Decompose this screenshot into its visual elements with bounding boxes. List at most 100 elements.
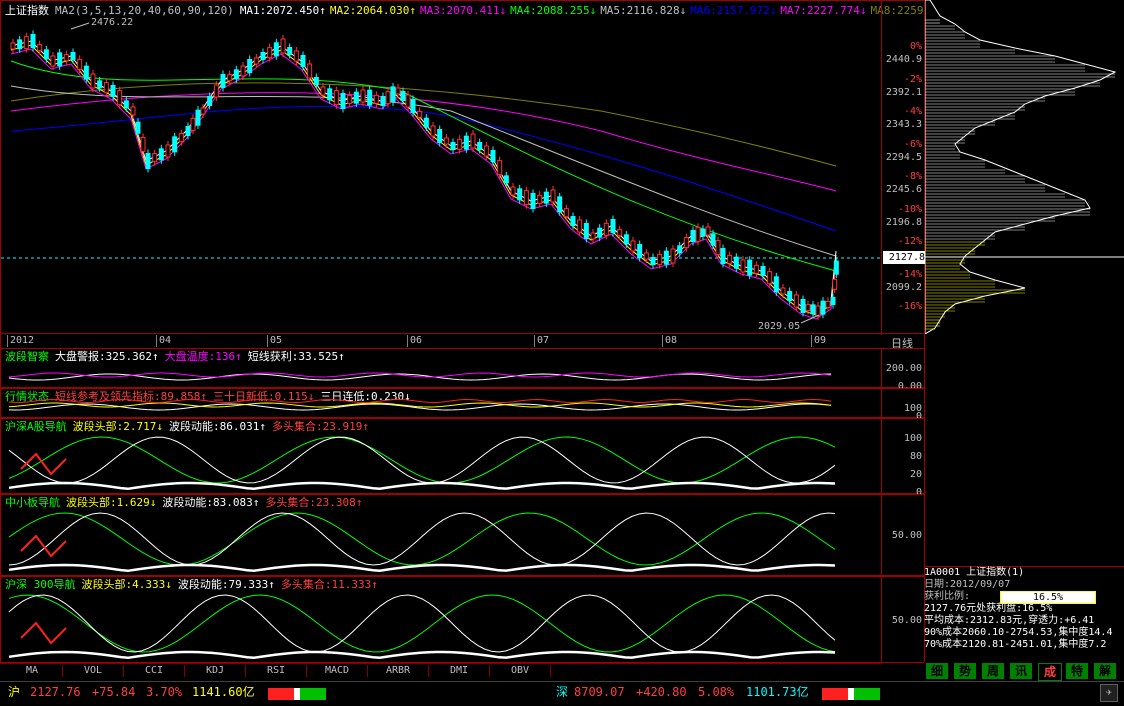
candle-body: [787, 291, 793, 301]
candle-body: [172, 136, 178, 153]
right-tab-1[interactable]: 细: [926, 663, 948, 679]
candle-body: [227, 74, 233, 82]
sh-amount: 1141.60亿: [192, 685, 255, 699]
candle-body: [380, 96, 386, 106]
candle-body: [760, 266, 766, 276]
candle-body: [400, 91, 406, 101]
candle-body: [367, 89, 373, 106]
pct-tick: -12%: [897, 236, 922, 247]
candle-body: [583, 223, 589, 239]
ma2-line: [10, 44, 837, 316]
candle-body: [700, 228, 706, 237]
date-tick: 09: [811, 335, 826, 347]
candle-body: [793, 294, 799, 308]
tab-arbr[interactable]: ARBR: [368, 665, 429, 677]
candle-body: [23, 36, 29, 50]
right-tab-2[interactable]: 势: [954, 663, 976, 679]
candle-body: [463, 135, 469, 150]
candle-body: [815, 305, 821, 317]
candle-body: [273, 42, 279, 57]
high-annotation: 2476.22: [91, 17, 133, 28]
candle-body: [610, 219, 616, 233]
candle-body: [260, 52, 266, 60]
right-tab-6[interactable]: 特: [1066, 663, 1088, 679]
candle-body: [287, 47, 293, 55]
right-tab-7[interactable]: 解: [1094, 663, 1116, 679]
candle-body: [43, 49, 49, 60]
candle-body: [727, 254, 733, 264]
info-line-1: 2127.76元处获利盘:16.5%: [924, 603, 1053, 614]
candle-body: [410, 99, 416, 113]
candle-body: [267, 47, 273, 59]
panel-axis: 50.00: [881, 577, 926, 664]
candle-body: [320, 86, 326, 96]
candle-body: [253, 57, 259, 65]
tab-macd[interactable]: MACD: [307, 665, 368, 677]
panel-axis: 100 80 20 0: [881, 419, 926, 498]
panel-axis-tick: 80: [909, 451, 922, 462]
candle-body: [530, 193, 536, 209]
tab-ma[interactable]: MA: [2, 665, 63, 677]
candle-body: [630, 240, 636, 252]
candle-body: [820, 300, 826, 315]
kline-panel[interactable]: 上证指数 MA2(3,5,13,20,40,60,90,120) MA1:2072.…: [0, 0, 943, 335]
price-tick: 2392.1: [885, 86, 922, 98]
pct-tick: 0%: [909, 41, 922, 52]
candle-body: [780, 287, 786, 295]
candle-body: [557, 196, 563, 213]
chip-info: 1A0001 上证指数(1) 日期:2012/09/07 获利比例: 16.5%…: [924, 566, 1124, 663]
tab-kdj[interactable]: KDJ: [185, 665, 246, 677]
candle-body: [417, 110, 423, 118]
panel-chart: [8, 372, 832, 381]
candle-body: [165, 144, 171, 158]
right-tab-3[interactable]: 周: [982, 663, 1004, 679]
sh-pct: 3.70%: [146, 685, 183, 699]
candle-body: [670, 248, 676, 264]
right-tab-4[interactable]: 讯: [1010, 663, 1032, 679]
candle-body: [510, 186, 516, 196]
candle-body: [280, 38, 286, 54]
candle-body: [77, 58, 83, 70]
status-icon[interactable]: ✈: [1100, 684, 1118, 702]
right-tab-5[interactable]: 成: [1038, 663, 1062, 681]
tab-rsi[interactable]: RSI: [246, 665, 307, 677]
candle-body: [123, 100, 129, 109]
tab-dmi[interactable]: DMI: [429, 665, 490, 677]
candle-body: [747, 259, 753, 276]
pct-tick: -14%: [897, 268, 922, 280]
indicator-panel-4[interactable]: 中小板导航 波段头部:1.629↓ 波段动能:83.083↑ 多头集合:23.308↑…: [0, 494, 925, 577]
price-tick: 2294.5: [885, 151, 922, 163]
pct-tick: -2%: [903, 73, 922, 85]
panel-axis-tick: 100: [903, 433, 922, 444]
info-date: 日期:2012/09/07: [924, 579, 1011, 590]
candle-body: [832, 278, 838, 290]
candle-body: [185, 126, 191, 136]
low-annotation: 2029.05: [758, 321, 800, 332]
candle-body: [313, 77, 319, 85]
candle-body: [130, 106, 136, 116]
right-tabs: 细势周讯成特解: [924, 662, 1124, 681]
tab-cci[interactable]: CCI: [124, 665, 185, 677]
date-tick: 04: [156, 335, 171, 347]
candle-body: [195, 109, 201, 126]
candle-body: [17, 39, 23, 50]
indicator-panel-1[interactable]: 波段智察 大盘警报:325.362↑ 大盘温度:136↑ 短线获利:33.525↑ 20…: [0, 348, 925, 392]
indicator-panel-5[interactable]: 沪深 300导航 波段头部:4.333↓ 波段动能:79.333↑ 多头集合:11.3…: [0, 576, 926, 664]
sz-amount: 1101.73亿: [746, 685, 809, 699]
candle-body: [570, 216, 576, 226]
panel-axis-tick: 50.00: [891, 530, 922, 541]
panel-chart: [8, 594, 836, 660]
tab-obv[interactable]: OBV: [490, 665, 551, 677]
candle-body: [390, 86, 396, 103]
candle-body: [190, 117, 196, 131]
date-axis: 2012 04 05 06 07 08 09 日线: [0, 334, 925, 350]
date-tick: 06: [407, 335, 422, 347]
indicator-panel-2[interactable]: 行情状态 短线参考及领先指标:89.858↑ 三十日新低:0.115↓ 三日连低:0.…: [0, 388, 925, 422]
indicator-panel-3[interactable]: 沪深A股导航 波段头部:2.717↓ 波段动能:86.031↑ 多头集合:23.919…: [0, 418, 926, 498]
ma1-line: [10, 40, 837, 312]
tab-vol[interactable]: VOL: [63, 665, 124, 677]
candle-body: [663, 250, 669, 265]
candle-body: [293, 50, 299, 62]
info-code: 1A0001 上证指数(1): [924, 567, 1025, 578]
candle-body: [740, 259, 746, 273]
